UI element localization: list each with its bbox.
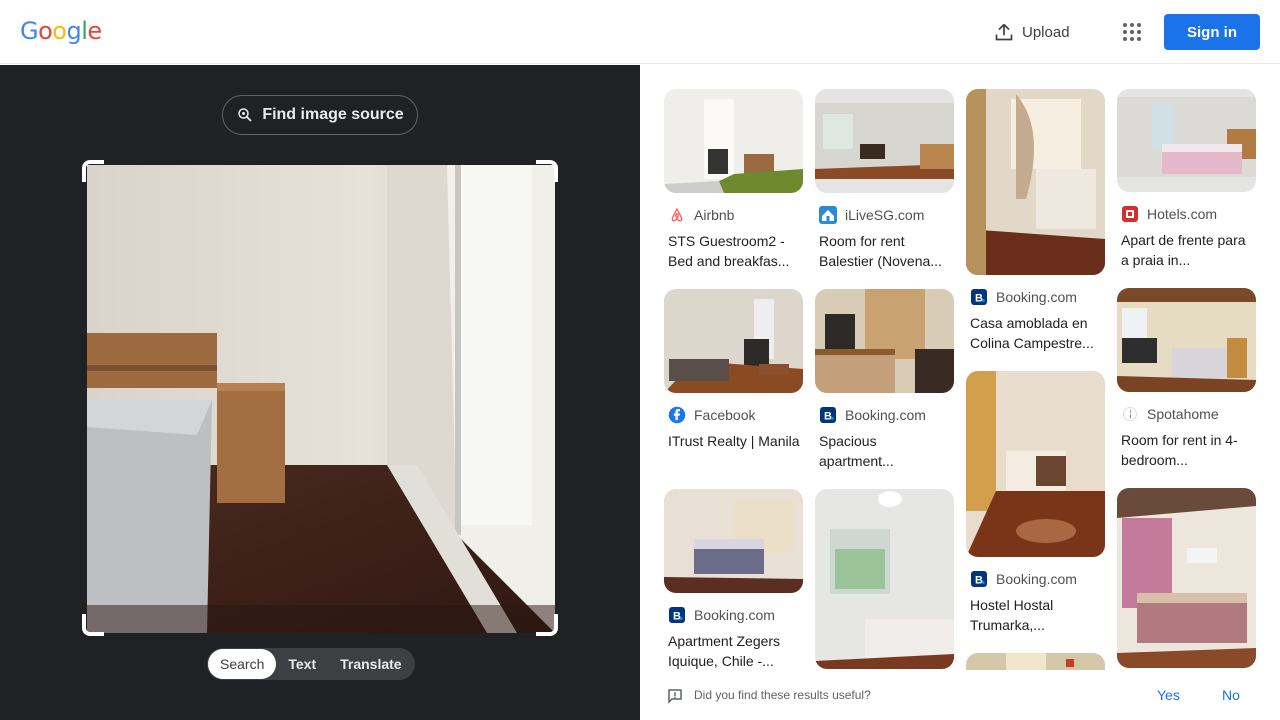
result-card[interactable]: B Booking.com Casa amoblada en Colina Ca… [966,89,1105,353]
result-title[interactable]: Hostel Hostal Trumarka,... [966,595,1105,635]
svg-text:B: B [824,411,832,423]
result-thumbnail[interactable] [966,371,1105,557]
result-thumbnail[interactable] [966,653,1105,670]
source-name: Booking.com [996,571,1077,587]
source-name: Facebook [694,407,756,423]
result-card[interactable] [815,489,954,669]
source-name: iLiveSG.com [845,207,925,223]
query-image[interactable] [87,165,555,633]
result-card[interactable]: Airbnb STS Guestroom2 - Bed and breakfas… [664,89,803,271]
feedback-yes-button[interactable]: Yes [1157,687,1180,703]
source-name: Booking.com [694,607,775,623]
feedback-question: Did you find these results useful? [694,688,871,702]
result-card[interactable]: B Booking.com Apartment Zegers Iquique, … [664,489,803,670]
result-card[interactable] [966,653,1105,670]
result-thumbnail[interactable] [1117,89,1256,192]
source-name: Spotahome [1147,406,1219,422]
find-image-source-button[interactable]: Find image source [222,95,418,135]
query-panel: Find image source Search Text Translate [0,65,640,720]
result-thumbnail[interactable] [664,289,803,393]
spotahome-icon [1121,405,1139,423]
result-thumbnail[interactable] [815,489,954,669]
result-source[interactable]: B Booking.com [966,569,1105,589]
tab-search[interactable]: Search [208,649,277,679]
mode-tabs: Search Text Translate [207,648,415,680]
tab-translate[interactable]: Translate [328,649,413,679]
result-title[interactable]: STS Guestroom2 - Bed and breakfas... [664,231,803,271]
result-thumbnail[interactable] [966,89,1105,275]
svg-text:B: B [673,611,681,623]
booking-icon: B [970,288,988,306]
result-thumbnail[interactable] [1117,288,1256,392]
result-thumbnail[interactable] [664,89,803,193]
crop-handle-bottom-right[interactable] [536,614,558,636]
feedback-no-button[interactable]: No [1222,687,1240,703]
result-card[interactable]: iLiveSG.com Room for rent Balestier (Nov… [815,89,954,271]
result-source[interactable]: B Booking.com [815,405,954,425]
result-thumbnail[interactable] [1117,488,1256,668]
result-card[interactable]: B Booking.com Spacious apartment... [815,289,954,471]
result-card[interactable] [1117,488,1256,668]
upload-button[interactable]: Upload [986,16,1078,48]
hotels-icon [1121,205,1139,223]
result-card[interactable]: Facebook ITrust Realty | Manila [664,289,803,471]
apps-grid-icon [1123,23,1141,41]
result-title[interactable]: ITrust Realty | Manila [664,431,803,471]
crop-handle-top-left[interactable] [82,160,104,182]
result-thumbnail[interactable] [664,489,803,593]
result-title[interactable]: Casa amoblada en Colina Campestre... [966,313,1105,353]
upload-icon [995,23,1013,41]
sign-in-button[interactable]: Sign in [1164,14,1260,50]
apps-button[interactable] [1116,16,1148,48]
results-column: B Booking.com Casa amoblada en Colina Ca… [966,89,1105,670]
ilivesg-icon [819,206,837,224]
result-title[interactable]: Spacious apartment... [815,431,954,471]
facebook-icon [668,406,686,424]
feedback-icon [668,689,682,704]
svg-text:B: B [975,293,983,305]
result-source[interactable]: Hotels.com [1117,204,1256,224]
lens-search-icon [238,108,252,122]
svg-text:B: B [975,575,983,587]
result-source[interactable]: iLiveSG.com [815,205,954,225]
result-card[interactable]: B Booking.com Hostel Hostal Trumarka,... [966,371,1105,635]
result-title[interactable]: Room for rent Balestier (Novena... [815,231,954,271]
result-source[interactable]: Facebook [664,405,803,425]
find-image-source-label: Find image source [262,106,404,123]
tab-text[interactable]: Text [276,649,328,679]
source-name: Booking.com [996,289,1077,305]
result-source[interactable]: Spotahome [1117,404,1256,424]
result-source[interactable]: B Booking.com [966,287,1105,307]
upload-label: Upload [1022,23,1070,41]
source-name: Airbnb [694,207,735,223]
crop-handle-top-right[interactable] [536,160,558,182]
google-logo[interactable]: Google [20,17,102,45]
results-column: iLiveSG.com Room for rent Balestier (Nov… [815,89,954,670]
result-title[interactable]: Room for rent in 4-bedroom... [1117,430,1256,470]
result-source[interactable]: B Booking.com [664,605,803,625]
booking-icon: B [819,406,837,424]
result-thumbnail[interactable] [815,289,954,393]
top-bar: Google Upload Sign in [0,0,1280,64]
feedback-bar: Did you find these results useful? Yes N… [640,670,1280,720]
result-card[interactable]: Spotahome Room for rent in 4-bedroom... [1117,288,1256,470]
result-title[interactable]: Apartment Zegers Iquique, Chile -... [664,631,803,670]
booking-icon: B [970,570,988,588]
result-thumbnail[interactable] [815,89,954,193]
results-column: Hotels.com Apart de frente para a praia … [1117,89,1256,670]
source-name: Hotels.com [1147,206,1218,222]
results-column: Airbnb STS Guestroom2 - Bed and breakfas… [664,89,803,670]
source-name: Booking.com [845,407,926,423]
airbnb-icon [668,206,686,224]
result-source[interactable]: Airbnb [664,205,803,225]
results-grid: Airbnb STS Guestroom2 - Bed and breakfas… [640,65,1280,670]
booking-icon: B [668,606,686,624]
result-card[interactable]: Hotels.com Apart de frente para a praia … [1117,89,1256,270]
crop-handle-bottom-left[interactable] [82,614,104,636]
result-title[interactable]: Apart de frente para a praia in... [1117,230,1256,270]
